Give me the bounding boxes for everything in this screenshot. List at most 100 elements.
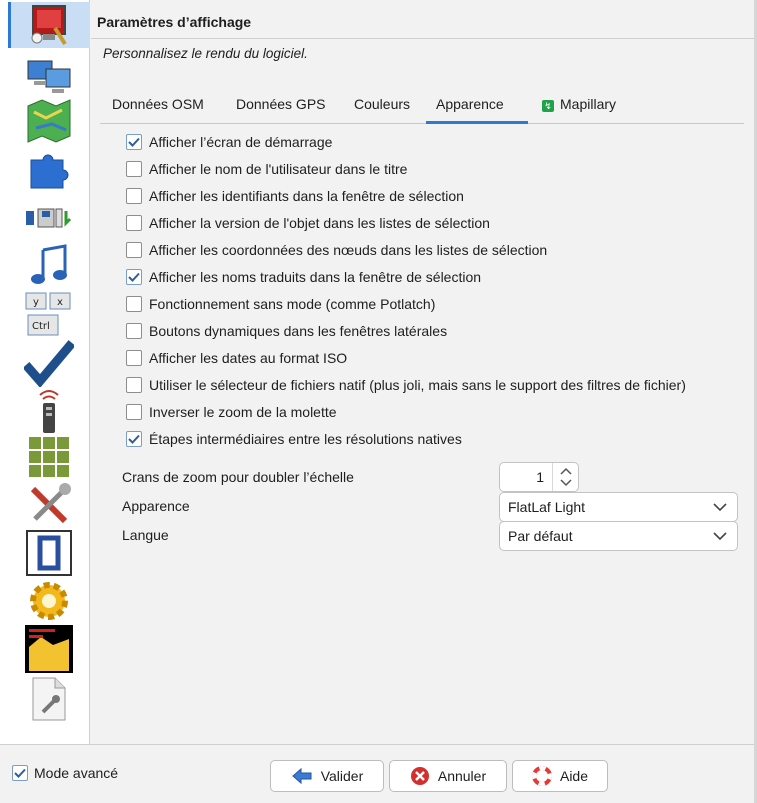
remote-control-icon <box>39 390 59 433</box>
sidebar-item-validator[interactable] <box>24 338 74 388</box>
option-row[interactable]: Afficher le nom de l'utilisateur dans le… <box>126 159 407 179</box>
option-checkbox[interactable] <box>126 350 142 366</box>
sidebar-item-remote[interactable] <box>24 386 74 436</box>
advanced-mode-checkbox[interactable] <box>12 765 28 781</box>
option-checkbox[interactable] <box>126 161 142 177</box>
tab-osm-data[interactable]: Données OSM <box>102 88 214 124</box>
option-checkbox[interactable] <box>126 377 142 393</box>
ok-button-label: Valider <box>320 768 364 784</box>
option-checkbox[interactable] <box>126 296 142 312</box>
spinner-buttons <box>552 463 578 491</box>
sidebar-item-imagery[interactable] <box>24 432 74 482</box>
sidebar-item-tools[interactable] <box>24 480 74 530</box>
language-label: Langue <box>122 527 169 543</box>
arrow-left-icon <box>291 767 312 785</box>
advanced-mode-label: Mode avancé <box>34 765 119 781</box>
cancel-icon <box>410 767 429 785</box>
option-label: Inverser le zoom de la molette <box>149 404 337 420</box>
option-checkbox[interactable] <box>126 242 142 258</box>
header-divider <box>91 38 754 39</box>
option-row[interactable]: Afficher l’écran de démarrage <box>126 132 332 152</box>
ok-button[interactable]: Valider <box>270 760 384 792</box>
option-label: Afficher la version de l'objet dans les … <box>149 215 490 231</box>
tab-mapillary[interactable]: ↯ Mapillary <box>532 88 626 124</box>
checkmark-icon <box>128 272 140 282</box>
look-and-feel-value: FlatLaf Light <box>508 499 586 515</box>
cancel-button-label: Annuler <box>437 768 487 784</box>
zoom-steps-value: 1 <box>536 469 544 485</box>
option-label: Afficher les noms traduits dans la fenêt… <box>149 269 482 285</box>
option-row[interactable]: Afficher les identifiants dans la fenêtr… <box>126 186 464 206</box>
tab-colors[interactable]: Couleurs <box>344 88 420 124</box>
chevron-down-icon[interactable] <box>560 479 572 487</box>
option-checkbox[interactable] <box>126 134 142 150</box>
sidebar-item-scripting[interactable] <box>24 624 74 674</box>
network-computers-icon <box>27 60 71 93</box>
option-checkbox[interactable] <box>126 269 142 285</box>
sidebar-item-audio[interactable] <box>24 240 74 290</box>
validation-check-icon <box>24 340 74 387</box>
option-row[interactable]: Inverser le zoom de la molette <box>126 402 337 422</box>
option-row[interactable]: Étapes intermédiaires entre les résoluti… <box>126 429 462 449</box>
checkmark-icon <box>128 137 140 147</box>
cancel-button[interactable]: Annuler <box>389 760 507 792</box>
option-checkbox[interactable] <box>126 323 142 339</box>
appearance-label: Apparence <box>122 498 190 514</box>
chevron-up-icon[interactable] <box>560 467 572 475</box>
plugin-puzzle-icon <box>30 154 69 189</box>
help-button-label: Aide <box>559 768 589 784</box>
option-row[interactable]: Boutons dynamiques dans les fenêtres lat… <box>126 321 447 341</box>
tools-icon <box>30 483 71 524</box>
language-select[interactable]: Par défaut <box>499 521 738 551</box>
map-icon <box>27 99 71 143</box>
option-row[interactable]: Afficher les coordonnées des nœuds dans … <box>126 240 547 260</box>
sidebar-item-advanced[interactable] <box>24 576 74 626</box>
mapillary-icon: ↯ <box>542 100 554 112</box>
look-and-feel-select[interactable]: FlatLaf Light <box>499 492 738 522</box>
option-checkbox[interactable] <box>126 188 142 204</box>
option-label: Afficher l’écran de démarrage <box>149 134 333 150</box>
tab-label: Données OSM <box>112 96 204 112</box>
sidebar-item-frame[interactable] <box>24 528 74 578</box>
option-row[interactable]: Fonctionnement sans mode (comme Potlatch… <box>126 294 435 314</box>
option-checkbox[interactable] <box>126 404 142 420</box>
display-settings-icon <box>31 5 67 46</box>
option-row[interactable]: Afficher les noms traduits dans la fenêt… <box>126 267 481 287</box>
option-row[interactable]: Afficher la version de l'objet dans les … <box>126 213 490 233</box>
toolbar-icon <box>26 208 72 228</box>
preferences-sidebar: y x Ctrl <box>0 0 90 744</box>
sidebar-item-shortcuts[interactable]: y x Ctrl <box>24 290 74 340</box>
option-row[interactable]: Utiliser le sélecteur de fichiers natif … <box>126 375 686 395</box>
option-label: Boutons dynamiques dans les fenêtres lat… <box>149 323 448 339</box>
option-label: Étapes intermédiaires entre les résoluti… <box>149 431 462 447</box>
lifebuoy-help-icon <box>531 766 552 786</box>
tab-appearance[interactable]: Apparence <box>426 88 528 124</box>
sidebar-item-connection[interactable] <box>24 52 74 102</box>
option-checkbox[interactable] <box>126 215 142 231</box>
chevron-down-icon <box>713 532 727 541</box>
svg-text:x: x <box>57 297 63 308</box>
help-button[interactable]: Aide <box>512 760 608 792</box>
tab-gps-data[interactable]: Données GPS <box>226 88 336 124</box>
advanced-mode-toggle[interactable]: Mode avancé <box>12 765 118 781</box>
option-checkbox[interactable] <box>126 431 142 447</box>
audio-note-icon <box>31 244 67 284</box>
page-title: Paramètres d’affichage <box>97 14 252 30</box>
zoom-steps-spinner[interactable]: 1 <box>499 462 579 492</box>
sidebar-item-map[interactable] <box>24 96 74 146</box>
gear-icon <box>30 582 68 620</box>
footer-divider <box>0 744 754 745</box>
sidebar-item-expert[interactable] <box>24 674 74 724</box>
sidebar-item-display[interactable] <box>8 2 90 48</box>
panel-header: Paramètres d’affichage Personnalisez le … <box>91 0 754 76</box>
option-row[interactable]: Afficher les dates au format ISO <box>126 348 347 368</box>
checkmark-icon <box>14 768 26 778</box>
option-label: Afficher les identifiants dans la fenêtr… <box>149 188 464 204</box>
checkmark-icon <box>128 434 140 444</box>
code-console-icon <box>25 625 73 673</box>
sidebar-item-toolbar[interactable] <box>24 193 74 243</box>
sidebar-item-plugins[interactable] <box>24 145 74 195</box>
option-label: Utiliser le sélecteur de fichiers natif … <box>149 377 686 393</box>
option-label: Afficher le nom de l'utilisateur dans le… <box>149 161 408 177</box>
tab-label: Données GPS <box>236 96 326 112</box>
